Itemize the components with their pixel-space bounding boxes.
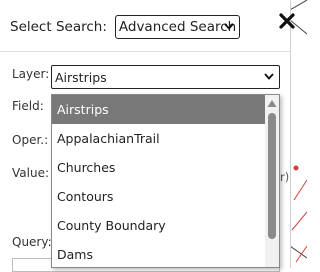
dropdown-option[interactable]: Dams [52, 240, 266, 267]
option-label: AppalachianTrail [57, 131, 160, 146]
map-features [290, 0, 307, 263]
field-label: Field: [12, 99, 44, 113]
dropdown-scrollbar[interactable] [265, 95, 279, 267]
search-type-row: Select Search: Advanced Search [10, 14, 240, 40]
search-panel: Select Search: Advanced Search Layer: Ai… [0, 0, 295, 272]
query-label: Query: [12, 235, 52, 249]
layer-select-value: Airstrips [55, 69, 107, 85]
value-label: Value: [12, 166, 49, 180]
search-type-value: Advanced Search [118, 19, 237, 35]
option-label: Dams [57, 247, 93, 262]
scrollbar-thumb[interactable] [268, 113, 276, 239]
option-label: Contours [57, 189, 114, 204]
operator-label: Oper.: [12, 133, 49, 147]
dropdown-option[interactable]: Churches [52, 153, 266, 182]
search-type-select[interactable]: Advanced Search [114, 15, 240, 39]
dropdown-option[interactable]: Contours [52, 182, 266, 211]
layer-dropdown-list: Airstrips AppalachianTrail Churches Cont… [51, 94, 280, 268]
scroll-up-arrow-icon[interactable] [267, 99, 277, 109]
dropdown-option[interactable]: County Boundary [52, 211, 266, 240]
chevron-down-icon [224, 23, 234, 30]
value-hint-text: r) [280, 170, 290, 184]
option-label: Airstrips [57, 102, 109, 117]
chevron-down-icon [264, 73, 274, 80]
option-label: Churches [57, 160, 116, 175]
select-search-label: Select Search: [10, 19, 107, 35]
header-divider [0, 51, 290, 52]
layer-select[interactable]: Airstrips [51, 65, 280, 89]
dropdown-option[interactable]: AppalachianTrail [52, 124, 266, 153]
layer-label: Layer: [12, 67, 50, 81]
close-icon[interactable] [278, 12, 296, 30]
map-view-edge[interactable] [290, 0, 307, 268]
dropdown-option[interactable]: Airstrips [52, 95, 266, 124]
option-label: County Boundary [57, 218, 166, 233]
